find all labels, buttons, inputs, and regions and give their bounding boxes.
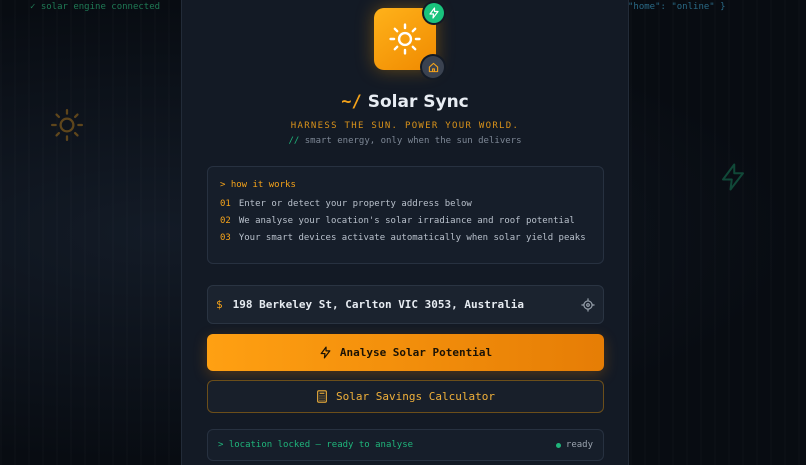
step-number: 01	[220, 199, 231, 209]
page-title: ~/Solar Sync	[182, 92, 628, 112]
status-dot	[555, 442, 561, 448]
step-text: Your smart devices activate automaticall…	[238, 233, 586, 243]
terminal-status-right: "home": "online" }	[628, 2, 726, 12]
how-it-works-card: > how it works 01 Enter or detect your pr…	[207, 166, 604, 264]
step-text: We analyse your location's solar irradia…	[238, 216, 575, 226]
subtagline: // smart energy, only when the sun deliv…	[182, 136, 628, 146]
step-item: 02 We analyse your location's solar irrad…	[220, 216, 591, 226]
status-badge: ready	[565, 440, 593, 450]
app-logo	[374, 3, 444, 78]
main-panel: ~/Solar Sync HARNESS THE SUN. POWER YOUR…	[181, 0, 629, 465]
terminal-status-left: ✓ solar engine connected	[30, 2, 161, 12]
calculator-button-label: Solar Savings Calculator	[336, 390, 495, 403]
step-item: 03 Your smart devices activate automatica…	[220, 233, 591, 243]
title-prompt: ~/	[341, 92, 362, 112]
address-input[interactable]: $ 198 Berkeley St, Carlton VIC 3053, Aus…	[207, 285, 604, 324]
home-icon	[428, 62, 438, 72]
home-badge	[422, 56, 444, 78]
bolt-icon	[429, 7, 439, 19]
tagline: HARNESS THE SUN. POWER YOUR WORLD.	[290, 121, 520, 131]
analyse-button-label: Analyse Solar Potential	[339, 346, 493, 359]
crosshair-icon[interactable]	[581, 297, 595, 312]
background-bolt-icon	[722, 163, 744, 191]
how-it-works-title: > how it works	[220, 180, 296, 190]
analyse-button[interactable]: Analyse Solar Potential	[207, 334, 604, 371]
step-number: 02	[220, 216, 231, 226]
address-prompt: $	[216, 298, 223, 311]
status-bar: > location locked — ready to analyse rea…	[207, 429, 604, 461]
sun-icon	[389, 23, 421, 55]
calculator-button[interactable]: Solar Savings Calculator	[207, 380, 604, 413]
step-number: 03	[220, 233, 231, 243]
subtag-comment-marker: //	[288, 136, 300, 146]
address-value[interactable]: 198 Berkeley St, Carlton VIC 3053, Austr…	[233, 298, 581, 311]
bolt-icon	[319, 346, 332, 359]
step-text: Enter or detect your property address be…	[238, 199, 472, 209]
calculator-icon	[316, 390, 328, 403]
bolt-badge	[424, 3, 444, 23]
status-message: > location locked — ready to analyse	[218, 440, 414, 450]
step-item: 01 Enter or detect your property address …	[220, 199, 591, 209]
subtag-text: smart energy, only when the sun delivers	[304, 136, 522, 146]
title-text: Solar Sync	[367, 92, 469, 112]
background-sun-icon	[50, 108, 84, 142]
